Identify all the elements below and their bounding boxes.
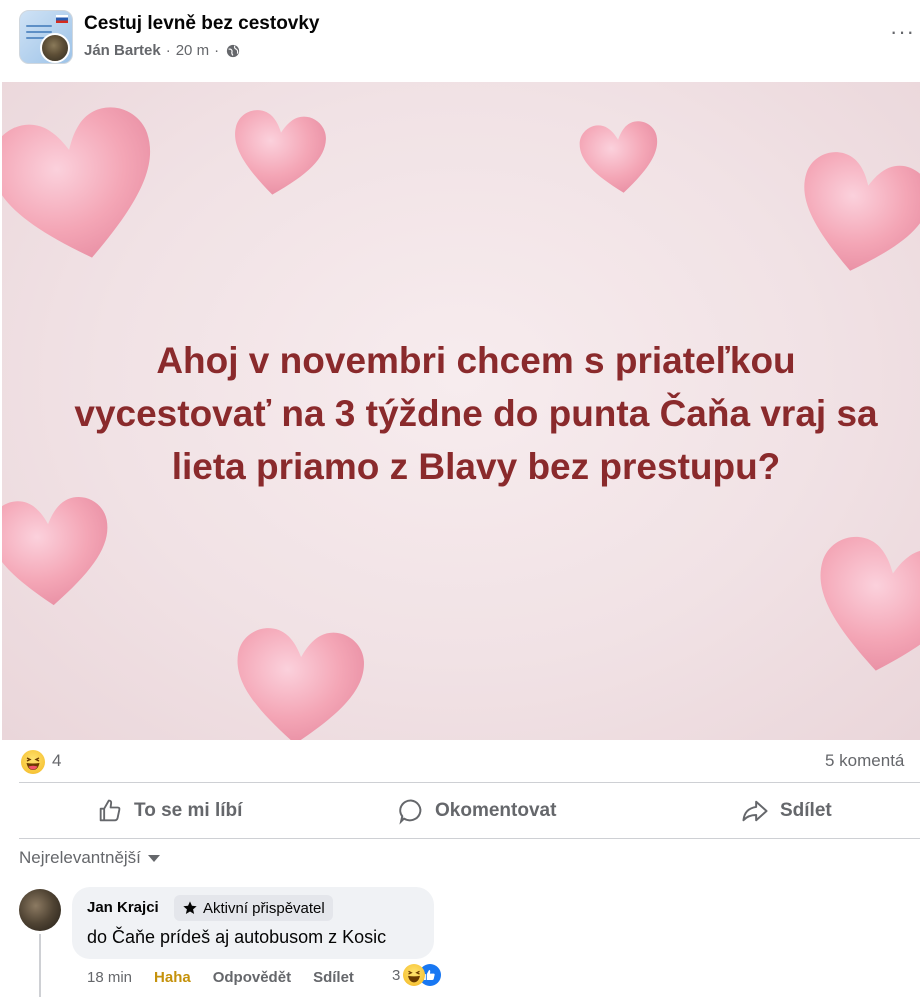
badge-label: Aktivní přispěvatel [203,899,325,917]
group-name[interactable]: Cestuj levně bez cestovky [84,13,320,35]
haha-reaction-icon[interactable] [21,750,45,774]
post-text: Ahoj v novembri chcem s priateľkou vyces… [2,334,920,493]
comment-actions: 18 min Haha Odpovědět Sdílet [87,966,376,988]
meta-separator: · [214,42,220,59]
comment-reaction-button[interactable]: Haha [154,969,191,986]
sort-label: Nejrelevantnější [19,848,141,867]
thumbs-up-icon [99,799,121,822]
thread-line [39,934,41,997]
globe-icon [226,44,240,57]
post-meta: Ján Bartek · 20 m · [84,42,240,59]
like-button[interactable]: To se mi líbí [96,793,242,829]
comment-sort-dropdown[interactable]: Nejrelevantnější [19,848,160,868]
comment-button[interactable]: Okomentovat [397,793,556,829]
meta-separator: · [165,42,171,59]
post-text-line: Ahoj v novembri chcem s priateľkou [156,340,796,381]
post-text-line: lieta priamo z Blavy bez prestupu? [171,446,781,487]
reply-button[interactable]: Odpovědět [213,969,291,986]
heart-decoration [804,152,920,271]
comment-share-button[interactable]: Sdílet [313,969,354,986]
author-avatar[interactable] [40,33,70,63]
more-options-icon[interactable]: ··· [890,21,915,43]
comments-count[interactable]: 5 komentá [825,751,904,771]
commenter-avatar[interactable] [19,889,61,931]
post-text-line: vycestovať na 3 týždne do punta Čaňa vra… [74,393,878,434]
star-icon [183,901,197,914]
share-icon [742,800,768,822]
comment-reaction-count: 3 [392,966,401,984]
heart-decoration [2,107,151,258]
comment-time[interactable]: 18 min [87,969,132,986]
heart-decoration [2,497,108,606]
reaction-count[interactable]: 4 [52,751,61,771]
post-image[interactable]: Ahoj v novembri chcem s priateľkou vyces… [2,82,920,740]
post-card: Cestuj levně bez cestovky Ján Bartek · 2… [0,0,920,997]
post-header: Cestuj levně bez cestovky Ján Bartek · 2… [0,0,920,80]
heart-decoration [235,110,326,195]
flag-icon [56,15,68,23]
comment-label: Okomentovat [435,800,557,821]
heart-decoration [237,628,364,740]
comment-reaction-summary[interactable]: 3 [392,964,442,986]
haha-face-icon [408,970,421,983]
author-name[interactable]: Ján Bartek [84,42,161,59]
caret-down-icon [147,854,160,862]
share-button[interactable]: Sdílet [740,793,832,829]
action-bar: To se mi líbí Okomentovat Sdílet [0,785,920,837]
comment-text: do Čaňe prídeš aj autobusom z Kosic [87,927,387,947]
contributor-badge[interactable]: Aktivní přispěvatel [174,895,333,921]
haha-face-icon [26,757,40,770]
heart-decoration [579,121,658,193]
post-time[interactable]: 20 m [176,42,209,59]
heart-decoration [820,536,920,671]
like-label: To se mi líbí [134,800,243,821]
comment-bubble: Jan Krajci Aktivní přispěvatel do Čaňe p… [72,887,434,959]
share-label: Sdílet [780,800,832,821]
comment-icon [399,799,422,825]
reaction-summary: 4 5 komentá [0,742,920,782]
haha-reaction-icon [403,964,426,986]
divider [19,838,920,839]
divider [19,782,920,783]
comment-author[interactable]: Jan Krajci [87,899,159,916]
